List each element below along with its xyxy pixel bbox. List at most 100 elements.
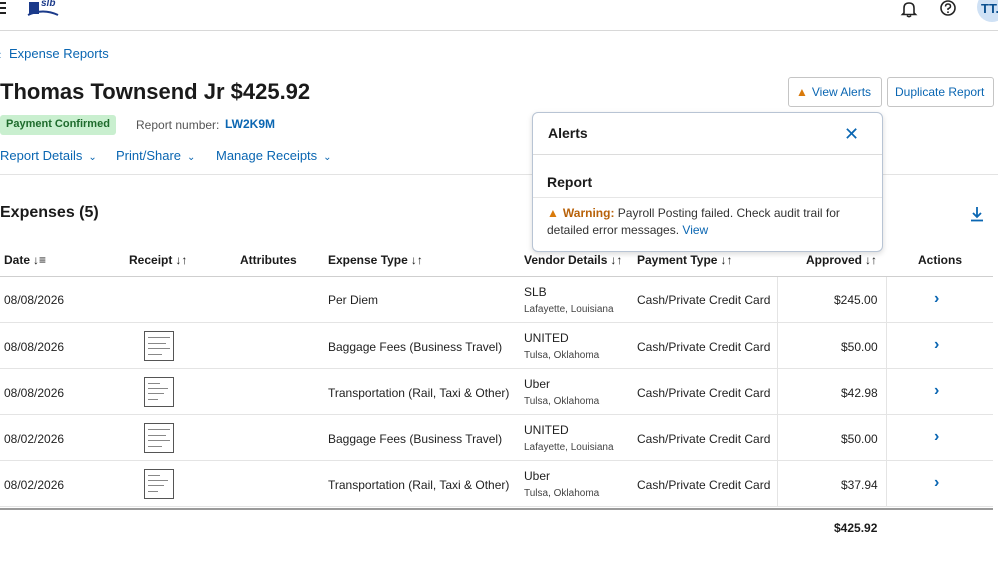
row-approved-amount: $50.00: [841, 432, 878, 446]
top-bar: slb TT.: [0, 0, 998, 31]
column-header-vendor-details[interactable]: Vendor Details ↓↑: [524, 253, 622, 267]
table-row[interactable]: 08/08/2026 Per Diem SLB Lafayette, Louis…: [0, 277, 993, 323]
alert-view-link[interactable]: View: [682, 223, 708, 237]
receipt-thumbnail[interactable]: [144, 331, 174, 361]
row-date: 08/02/2026: [4, 432, 65, 446]
row-payment-type: Cash/Private Credit Card: [637, 293, 771, 307]
table-row[interactable]: 08/02/2026 Transportation (Rail, Taxi & …: [0, 461, 993, 507]
column-header-date-label: Date: [4, 253, 31, 267]
column-divider: [886, 323, 887, 369]
chevron-right-icon[interactable]: ›: [934, 290, 939, 308]
row-expense-type: Baggage Fees (Business Travel): [328, 432, 503, 446]
user-avatar[interactable]: TT.: [977, 0, 998, 22]
report-details-menu[interactable]: Report Details ⌄: [0, 148, 97, 163]
column-header-date[interactable]: Date ↓≡: [4, 253, 46, 267]
column-header-approved[interactable]: Approved ↓↑: [806, 253, 877, 267]
column-header-attributes: Attributes: [240, 253, 297, 267]
warning-icon: ▲: [547, 206, 559, 220]
manage-receipts-label: Manage Receipts: [216, 148, 318, 163]
view-alerts-label: View Alerts: [811, 85, 872, 99]
column-divider: [777, 415, 778, 461]
hamburger-icon[interactable]: [0, 2, 6, 14]
row-vendor-name: Uber: [524, 377, 551, 391]
chevron-left-icon[interactable]: ‹: [0, 47, 1, 62]
duplicate-report-button[interactable]: Duplicate Report: [887, 77, 994, 107]
column-divider: [886, 461, 887, 507]
divider: [533, 154, 882, 155]
row-vendor-location: Tulsa, Oklahoma: [524, 350, 600, 361]
row-date: 08/08/2026: [4, 293, 65, 307]
status-badge: Payment Confirmed: [0, 115, 116, 135]
chevron-right-icon[interactable]: ›: [934, 336, 939, 354]
warning-icon: ▲: [796, 85, 808, 99]
bell-icon[interactable]: [900, 0, 918, 18]
row-vendor-name: UNITED: [524, 423, 569, 437]
column-divider: [777, 323, 778, 369]
divider: [533, 197, 882, 198]
logo-text: slb: [41, 0, 56, 9]
table-row[interactable]: 08/08/2026 Transportation (Rail, Taxi & …: [0, 369, 993, 415]
row-vendor-name: UNITED: [524, 331, 569, 345]
sort-icon: ↓↑: [865, 253, 878, 267]
column-header-receipt[interactable]: Receipt ↓↑: [129, 253, 187, 267]
alerts-popover: Alerts ✕ Report ▲ Warning: Payroll Postin…: [532, 112, 883, 252]
print-share-label: Print/Share: [116, 148, 182, 163]
chevron-down-icon: ⌄: [323, 152, 332, 163]
sort-icon: ↓↑: [410, 253, 423, 267]
column-header-receipt-label: Receipt: [129, 253, 173, 267]
row-expense-type: Transportation (Rail, Taxi & Other): [328, 478, 510, 492]
column-header-payment-type[interactable]: Payment Type ↓↑: [637, 253, 732, 267]
receipt-thumbnail[interactable]: [144, 469, 174, 499]
column-header-vendor-label: Vendor Details: [524, 253, 608, 267]
column-header-payment-type-label: Payment Type: [637, 253, 718, 267]
row-payment-type: Cash/Private Credit Card: [637, 340, 771, 354]
report-number-label: Report number:: [136, 118, 220, 132]
chevron-right-icon[interactable]: ›: [934, 428, 939, 446]
print-share-menu[interactable]: Print/Share ⌄: [116, 148, 195, 163]
row-vendor-location: Tulsa, Oklahoma: [524, 396, 600, 407]
row-approved-amount: $42.98: [841, 386, 878, 400]
row-vendor-location: Lafayette, Louisiana: [524, 304, 614, 315]
row-expense-type: Transportation (Rail, Taxi & Other): [328, 386, 510, 400]
row-vendor-name: SLB: [524, 285, 547, 299]
row-expense-type: Per Diem: [328, 293, 379, 307]
column-header-expense-type[interactable]: Expense Type ↓↑: [328, 253, 423, 267]
chevron-right-icon[interactable]: ›: [934, 382, 939, 400]
close-icon[interactable]: ✕: [844, 124, 859, 145]
column-divider: [777, 277, 778, 323]
receipt-thumbnail[interactable]: [144, 423, 174, 453]
row-vendor-location: Tulsa, Oklahoma: [524, 488, 600, 499]
sort-icon: ↓↑: [610, 253, 623, 267]
manage-receipts-menu[interactable]: Manage Receipts ⌄: [216, 148, 332, 163]
back-to-expense-reports-link[interactable]: Expense Reports: [9, 46, 109, 61]
column-divider: [777, 369, 778, 415]
column-header-actions: Actions: [918, 253, 963, 267]
row-payment-type: Cash/Private Credit Card: [637, 432, 771, 446]
chevron-down-icon: ⌄: [88, 152, 97, 163]
expenses-title: Expenses (5): [0, 204, 99, 221]
row-date: 08/08/2026: [4, 340, 65, 354]
total-amount: $425.92: [834, 521, 878, 535]
row-vendor-location: Lafayette, Louisiana: [524, 442, 614, 453]
alert-message: ▲ Warning: Payroll Posting failed. Check …: [547, 205, 867, 239]
column-divider: [886, 277, 887, 323]
sort-icon: ↓≡: [33, 253, 47, 267]
report-number[interactable]: LW2K9M: [225, 117, 275, 131]
chevron-right-icon[interactable]: ›: [934, 474, 939, 492]
column-divider: [777, 461, 778, 507]
receipt-thumbnail[interactable]: [144, 377, 174, 407]
row-date: 08/08/2026: [4, 386, 65, 400]
download-icon[interactable]: [968, 205, 986, 223]
row-expense-type: Baggage Fees (Business Travel): [328, 340, 503, 354]
sort-icon: ↓↑: [720, 253, 733, 267]
table-row[interactable]: 08/02/2026 Baggage Fees (Business Travel…: [0, 415, 993, 461]
row-approved-amount: $50.00: [841, 340, 878, 354]
warning-label: Warning:: [562, 206, 615, 220]
row-date: 08/02/2026: [4, 478, 65, 492]
table-row[interactable]: 08/08/2026 Baggage Fees (Business Travel…: [0, 323, 993, 369]
row-payment-type: Cash/Private Credit Card: [637, 478, 771, 492]
table-footer-divider: [0, 508, 993, 510]
alerts-section-title: Report: [547, 174, 593, 190]
view-alerts-button[interactable]: ▲ View Alerts: [788, 77, 882, 107]
help-icon[interactable]: [939, 0, 957, 18]
